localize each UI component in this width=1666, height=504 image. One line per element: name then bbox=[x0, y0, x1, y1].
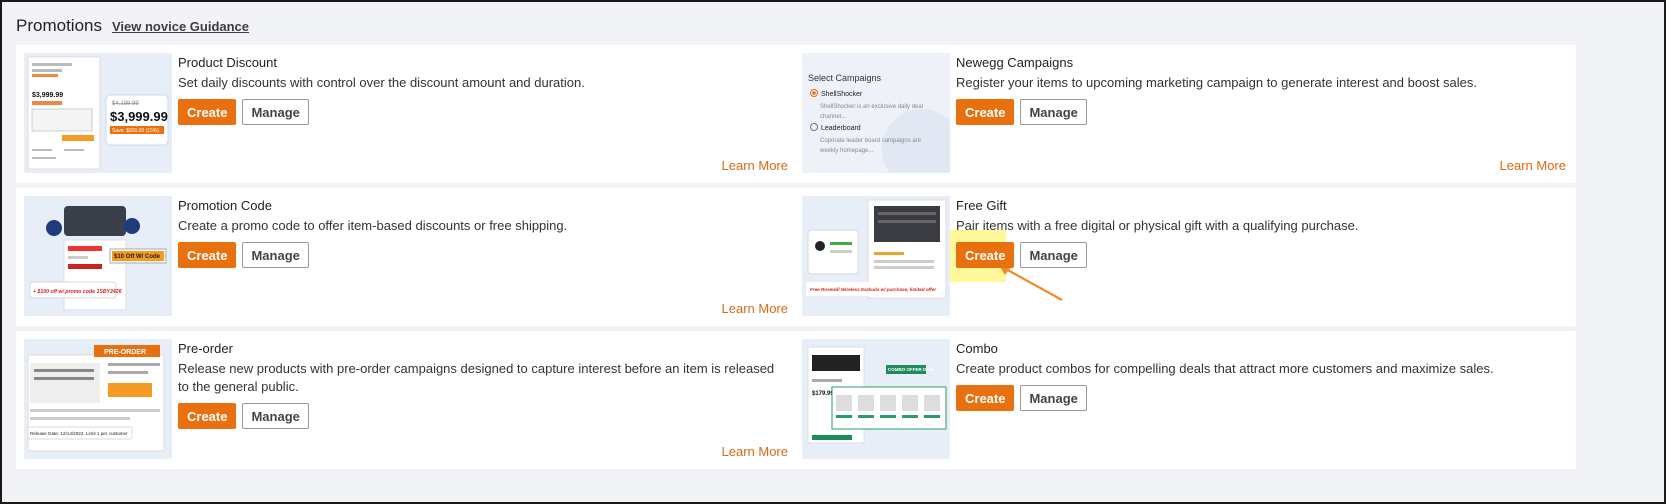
promo-code-text: + $100 off w/ promo code 1SBY2426 bbox=[33, 289, 122, 295]
small-price-text: $3,999.99 bbox=[32, 92, 63, 99]
free-gift-promo-text: Free Rosewill Wireless Earbuds w/ purcha… bbox=[810, 287, 936, 292]
create-button[interactable]: Create bbox=[956, 242, 1015, 268]
create-button-highlight: Create bbox=[949, 230, 1015, 282]
learn-more-link[interactable]: Learn More bbox=[722, 301, 788, 316]
card-description: Create product combos for compelling dea… bbox=[956, 361, 1494, 376]
svg-text:ShellShocker is an exclusive d: ShellShocker is an exclusive daily deal bbox=[820, 104, 923, 110]
card-title: Pre-order bbox=[178, 341, 233, 356]
card-description: Register your items to upcoming marketin… bbox=[956, 75, 1477, 90]
pre-order-thumbnail: PRE-ORDER Release Date: 12/14/2022, Limi… bbox=[24, 339, 172, 459]
pre-order-tag: PRE-ORDER bbox=[104, 349, 146, 356]
card-product-discount: Release Date: 12/14/2022, Limit 1 per cu… bbox=[16, 45, 798, 183]
combo-offer-tag: COMBO OFFER DEAL bbox=[888, 367, 935, 372]
card-description: Pair items with a free digital or physic… bbox=[956, 218, 1359, 233]
card-promotion-code: $10 Off W/ Code + $100 off w/ promo code… bbox=[16, 188, 798, 326]
svg-text:weekly homepage...: weekly homepage... bbox=[819, 148, 874, 154]
learn-more-link[interactable]: Learn More bbox=[1500, 158, 1566, 173]
learn-more-link[interactable]: Learn More bbox=[722, 444, 788, 459]
card-title: Combo bbox=[956, 341, 998, 356]
select-campaigns-text: Select Campaigns bbox=[808, 73, 882, 83]
svg-text:Coporate leader board campaign: Coporate leader board campaigns are bbox=[820, 138, 922, 144]
manage-button[interactable]: Manage bbox=[1020, 242, 1087, 268]
promotion-code-thumbnail: $10 Off W/ Code + $100 off w/ promo code… bbox=[24, 196, 172, 316]
card-free-gift: Free Rosewill Wireless Earbuds w/ purcha… bbox=[794, 188, 1576, 326]
manage-button[interactable]: Manage bbox=[1020, 385, 1087, 411]
card-pre-order: PRE-ORDER Release Date: 12/14/2022, Limi… bbox=[16, 331, 798, 469]
card-title: Free Gift bbox=[956, 198, 1007, 213]
novice-guidance-link[interactable]: View novice Guidance bbox=[112, 19, 249, 34]
old-price-text: $4,199.99 bbox=[112, 101, 139, 107]
manage-button[interactable]: Manage bbox=[242, 403, 309, 429]
manage-button[interactable]: Manage bbox=[1020, 99, 1087, 125]
card-title: Promotion Code bbox=[178, 198, 272, 213]
create-button[interactable]: Create bbox=[956, 99, 1015, 125]
svg-text:channel...: channel... bbox=[820, 114, 846, 120]
card-newegg-campaigns: Select Campaigns ShellShocker ShellShock… bbox=[794, 45, 1576, 183]
learn-more-link[interactable]: Learn More bbox=[722, 158, 788, 173]
card-description: Release new products with pre-order camp… bbox=[178, 361, 775, 394]
create-button[interactable]: Create bbox=[956, 385, 1015, 411]
card-description: Set daily discounts with control over th… bbox=[178, 75, 585, 90]
card-title: Newegg Campaigns bbox=[956, 55, 1074, 70]
product-discount-thumbnail: Release Date: 12/14/2022, Limit 1 per cu… bbox=[24, 53, 172, 173]
page-header: Promotions View novice Guidance bbox=[16, 16, 249, 36]
save-text: Save: $800.00 (15%) bbox=[112, 128, 159, 134]
combo-price-text: $179.99 bbox=[812, 391, 834, 397]
combo-thumbnail: $179.99 COMBO OFFER DEAL bbox=[802, 339, 950, 459]
page-title: Promotions bbox=[16, 16, 102, 35]
promo-tag-text: $10 Off W/ Code bbox=[114, 254, 161, 260]
create-button[interactable]: Create bbox=[178, 99, 237, 125]
manage-button[interactable]: Manage bbox=[242, 99, 309, 125]
create-button[interactable]: Create bbox=[178, 242, 237, 268]
promotions-page: Promotions View novice Guidance Release … bbox=[0, 0, 1666, 504]
free-gift-thumbnail: Free Rosewill Wireless Earbuds w/ purcha… bbox=[802, 196, 950, 316]
manage-button[interactable]: Manage bbox=[242, 242, 309, 268]
release-date-text: Release Date: 12/14/2022, Limit 1 per cu… bbox=[30, 431, 128, 436]
shellshocker-option: ShellShocker bbox=[821, 91, 863, 98]
price-text: $3,999.99 bbox=[110, 109, 168, 124]
newegg-campaigns-thumbnail: Select Campaigns ShellShocker ShellShock… bbox=[802, 53, 950, 173]
card-combo: $179.99 COMBO OFFER DEAL Combo Create pr… bbox=[794, 331, 1576, 469]
create-button[interactable]: Create bbox=[178, 403, 237, 429]
card-title: Product Discount bbox=[178, 55, 277, 70]
leaderboard-option: Leaderboard bbox=[821, 125, 861, 132]
card-description: Create a promo code to offer item-based … bbox=[178, 218, 568, 233]
